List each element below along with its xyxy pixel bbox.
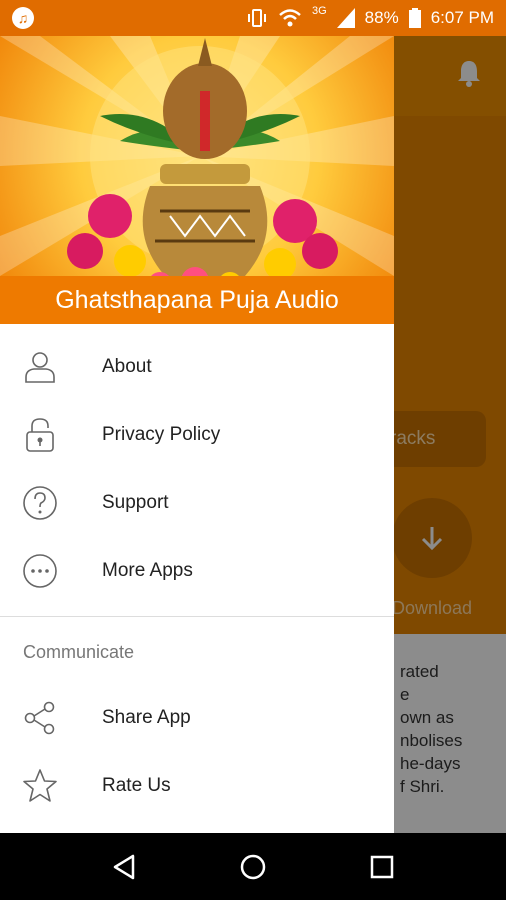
menu-item-about[interactable]: About <box>0 333 394 401</box>
drawer-divider <box>0 616 394 617</box>
wifi-icon <box>279 9 301 27</box>
menu-item-share-app[interactable]: Share App <box>0 684 394 752</box>
share-icon <box>24 701 55 735</box>
vibrate-icon <box>247 9 266 27</box>
back-icon <box>114 854 135 879</box>
menu-item-privacy-policy[interactable]: Privacy Policy <box>0 401 394 469</box>
menu-item-more-apps[interactable]: More Apps <box>0 537 394 605</box>
signal-icon <box>336 8 355 28</box>
system-navigation-bar <box>0 833 506 900</box>
home-icon <box>240 854 266 879</box>
menu-item-label: About <box>102 356 152 377</box>
menu-item-support[interactable]: Support <box>0 469 394 537</box>
star-icon <box>23 769 57 802</box>
music-notification-icon: ♫ <box>12 7 34 29</box>
help-icon <box>23 486 57 520</box>
navigation-drawer: Ghatsthapana Puja Audio About Privacy Po… <box>0 36 394 833</box>
menu-item-label: Support <box>102 492 169 513</box>
home-button[interactable] <box>233 847 273 887</box>
status-bar: ♫ 3G 88% 6:07 PM <box>0 0 506 36</box>
lock-icon <box>26 418 54 452</box>
drawer-header: Ghatsthapana Puja Audio <box>0 36 394 324</box>
recents-icon <box>370 855 393 878</box>
menu-item-label: Rate Us <box>102 775 171 796</box>
person-icon <box>25 352 55 383</box>
drawer-title: Ghatsthapana Puja Audio <box>0 276 394 324</box>
battery-percent: 88% <box>364 8 399 27</box>
network-type: 3G <box>311 5 327 17</box>
menu-item-label: Share App <box>102 707 191 728</box>
battery-icon <box>408 8 421 28</box>
clock: 6:07 PM <box>430 8 494 27</box>
recents-button[interactable] <box>362 847 402 887</box>
menu-item-rate-us[interactable]: Rate Us <box>0 752 394 820</box>
section-header-communicate: Communicate <box>23 642 135 662</box>
menu-item-label: Privacy Policy <box>102 424 221 445</box>
more-icon <box>23 554 57 588</box>
menu-item-label: More Apps <box>102 560 193 581</box>
back-button[interactable] <box>104 847 144 887</box>
